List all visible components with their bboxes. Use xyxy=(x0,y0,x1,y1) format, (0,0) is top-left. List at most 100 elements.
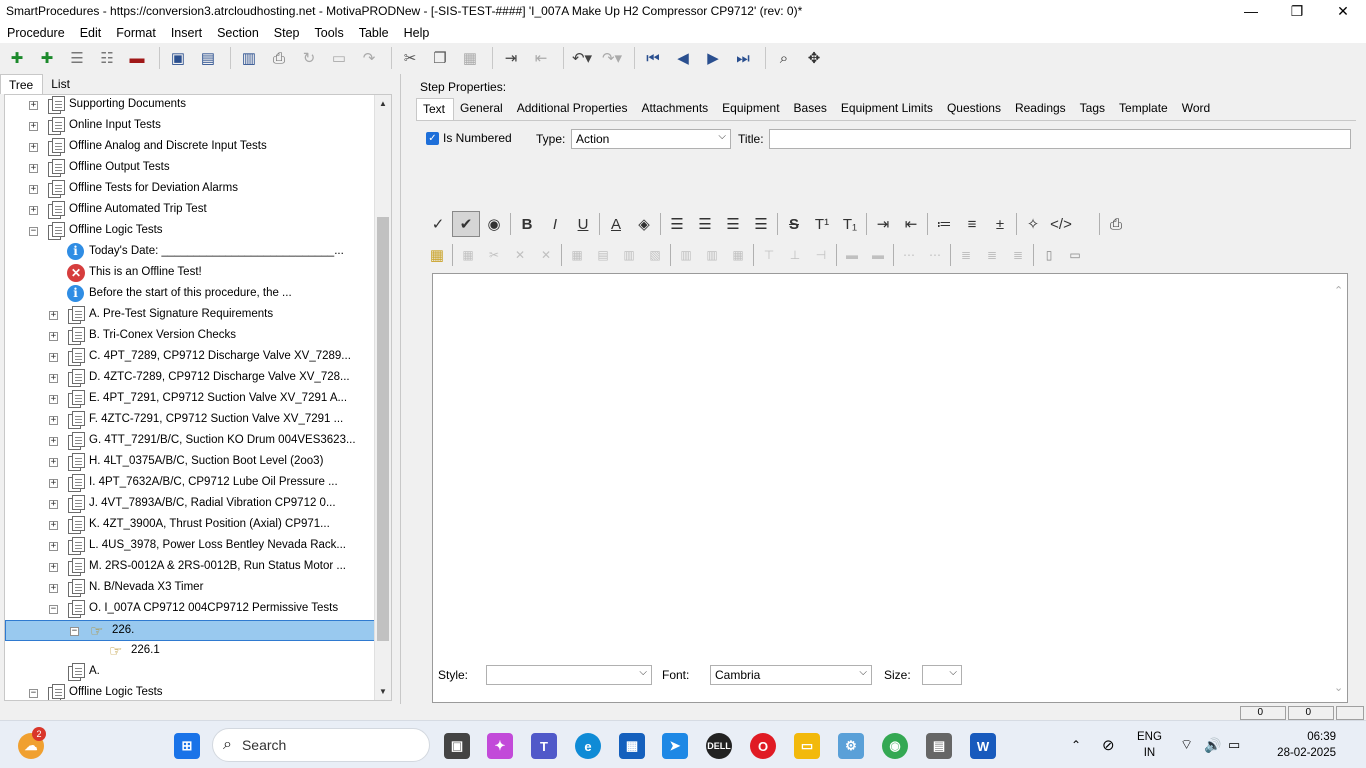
numbered-list-icon[interactable]: ≡ xyxy=(958,211,986,237)
merge-cells-icon[interactable]: ▦ xyxy=(725,244,751,266)
tab-general[interactable]: General xyxy=(454,98,511,120)
expand-icon[interactable]: + xyxy=(49,542,58,551)
decrease-indent-icon[interactable]: ⇤ xyxy=(897,211,925,237)
show-hidden-icons[interactable]: ⌃ xyxy=(1071,721,1081,768)
word-icon[interactable]: W xyxy=(970,733,996,759)
menu-procedure[interactable]: Procedure xyxy=(0,26,73,40)
copy-icon[interactable]: ❐ xyxy=(427,45,453,71)
network-status-icon[interactable]: ⊘ xyxy=(1102,721,1115,768)
redo-format-icon[interactable]: ↷ xyxy=(356,45,382,71)
redo-icon[interactable]: ↷▾ xyxy=(599,45,625,71)
collapse-icon[interactable]: − xyxy=(49,605,58,614)
open-icon[interactable]: ▣ xyxy=(165,45,191,71)
copilot-icon[interactable]: ✦ xyxy=(487,733,513,759)
add-child-icon[interactable]: ✚ xyxy=(34,45,60,71)
thesaurus-icon[interactable]: ◉ xyxy=(480,211,508,237)
tree-row[interactable]: − Offline Logic Tests xyxy=(5,221,375,242)
dell-icon[interactable]: DELL xyxy=(706,733,732,759)
align-cell-left-icon[interactable]: ≣ xyxy=(953,244,979,266)
tree-row[interactable]: + L. 4US_3978, Power Loss Bentley Nevada … xyxy=(5,536,375,557)
tree-row[interactable]: + E. 4PT_7291, CP9712 Suction Valve XV_72… xyxy=(5,389,375,410)
row-marker-icon[interactable]: ▭ xyxy=(1062,244,1088,266)
magic-wand-icon[interactable]: ✧ xyxy=(1019,211,1047,237)
tab-word[interactable]: Word xyxy=(1176,98,1218,120)
collapse-icon[interactable]: − xyxy=(29,689,38,698)
scroll-thumb[interactable] xyxy=(377,217,389,641)
menu-section[interactable]: Section xyxy=(210,26,267,40)
tree-row[interactable]: ✕ This is an Offline Test! xyxy=(5,263,375,284)
align-center-icon[interactable]: ☰ xyxy=(691,211,719,237)
cell-props-icon[interactable]: ▤ xyxy=(590,244,616,266)
battery-icon[interactable]: ▭ xyxy=(1228,721,1240,768)
expand-icon[interactable]: + xyxy=(49,479,58,488)
valign-top-icon[interactable]: ⋯ xyxy=(896,244,922,266)
tab-tags[interactable]: Tags xyxy=(1074,98,1113,120)
scroll-up-icon[interactable]: ⌃ xyxy=(1334,284,1343,297)
wifi-icon[interactable]: ⌔ xyxy=(1180,721,1193,768)
justify-icon[interactable]: ☰ xyxy=(747,211,775,237)
taskbar-search[interactable]: ⌕ Search xyxy=(212,728,430,762)
title-input[interactable] xyxy=(769,129,1351,149)
file-explorer-icon[interactable]: ▭ xyxy=(794,733,820,759)
tab-list[interactable]: List xyxy=(43,74,79,94)
scroll-down-icon[interactable]: ▼ xyxy=(375,683,391,700)
teams-icon[interactable]: T xyxy=(531,733,557,759)
tab-attachments[interactable]: Attachments xyxy=(635,98,716,120)
menu-help[interactable]: Help xyxy=(397,26,438,40)
preview-icon[interactable]: ▭ xyxy=(326,45,352,71)
table-props-icon[interactable]: ▦ xyxy=(564,244,590,266)
print-preview-icon[interactable]: ⎙ xyxy=(1102,211,1130,237)
font-color-icon[interactable]: A xyxy=(602,211,630,237)
smartprocedures-icon[interactable]: ⚙ xyxy=(838,733,864,759)
previous-icon[interactable]: ◀ xyxy=(670,45,696,71)
table-delete-icon[interactable]: ▦ xyxy=(455,244,481,266)
language-indicator[interactable]: ENG IN xyxy=(1137,729,1162,761)
tab-text[interactable]: Text xyxy=(416,98,455,120)
expand-icon[interactable]: + xyxy=(29,206,38,215)
row-props-icon[interactable]: ▥ xyxy=(616,244,642,266)
expand-icon[interactable]: + xyxy=(29,122,38,131)
valign-middle-icon[interactable]: ⋯ xyxy=(922,244,948,266)
list-detail-icon[interactable]: ☷ xyxy=(94,45,120,71)
tree-row[interactable]: − O. I_007A CP9712 004CP9712 Permissive T… xyxy=(5,599,375,620)
column-props-icon[interactable]: ▧ xyxy=(642,244,668,266)
tab-readings[interactable]: Readings xyxy=(1009,98,1074,120)
tree-row[interactable]: + J. 4VT_7893A/B/C, Radial Vibration CP97… xyxy=(5,494,375,515)
maximize-button[interactable]: ❐ xyxy=(1274,0,1320,22)
subscript-icon[interactable]: T₁ xyxy=(836,211,864,237)
bold-icon[interactable]: B xyxy=(513,211,541,237)
minimize-button[interactable]: — xyxy=(1228,0,1274,22)
expand-icon[interactable]: + xyxy=(49,395,58,404)
tree-row[interactable]: − ☞ 226. xyxy=(5,620,375,641)
edge-icon[interactable]: e xyxy=(575,733,601,759)
editor-scrollbar[interactable]: ⌃ ⌄ xyxy=(1331,274,1347,702)
insert-table-icon[interactable]: ▦ xyxy=(424,244,450,266)
tree-row[interactable]: + Offline Automated Trip Test xyxy=(5,200,375,221)
tree-row[interactable]: + Supporting Documents xyxy=(5,95,375,116)
tab-bases[interactable]: Bases xyxy=(788,98,835,120)
volume-icon[interactable]: 🔊 xyxy=(1204,721,1221,768)
paste-icon[interactable]: ▦ xyxy=(457,45,483,71)
find-icon[interactable]: ⌕ xyxy=(771,45,797,71)
is-numbered-checkbox[interactable]: ✓ xyxy=(426,132,439,145)
tree-row[interactable]: + I. 4PT_7632A/B/C, CP9712 Lube Oil Press… xyxy=(5,473,375,494)
spellcheck-icon[interactable]: ✓ xyxy=(424,211,452,237)
add-icon[interactable]: ✚ xyxy=(4,45,30,71)
insert-line-icon[interactable]: ± xyxy=(986,211,1014,237)
tree-row[interactable]: A. xyxy=(5,662,375,683)
expand-icon[interactable]: + xyxy=(29,185,38,194)
bullet-list-icon[interactable]: ≔ xyxy=(930,211,958,237)
collapse-icon[interactable]: − xyxy=(70,627,79,636)
tree-row[interactable]: + Offline Tests for Deviation Alarms xyxy=(5,179,375,200)
tree-row[interactable]: + M. 2RS-0012A & 2RS-0012B, Run Status Mo… xyxy=(5,557,375,578)
tab-questions[interactable]: Questions xyxy=(941,98,1009,120)
tab-tree[interactable]: Tree xyxy=(0,74,44,94)
align-cell-right-icon[interactable]: ≣ xyxy=(1005,244,1031,266)
align-cell-center-icon[interactable]: ≣ xyxy=(979,244,1005,266)
step-text-editor[interactable]: ⌃ ⌄ xyxy=(432,273,1348,703)
superscript-icon[interactable]: T¹ xyxy=(808,211,836,237)
expand-icon[interactable]: + xyxy=(49,374,58,383)
next-icon[interactable]: ▶ xyxy=(700,45,726,71)
tab-equipment-limits[interactable]: Equipment Limits xyxy=(835,98,941,120)
menu-table[interactable]: Table xyxy=(352,26,397,40)
